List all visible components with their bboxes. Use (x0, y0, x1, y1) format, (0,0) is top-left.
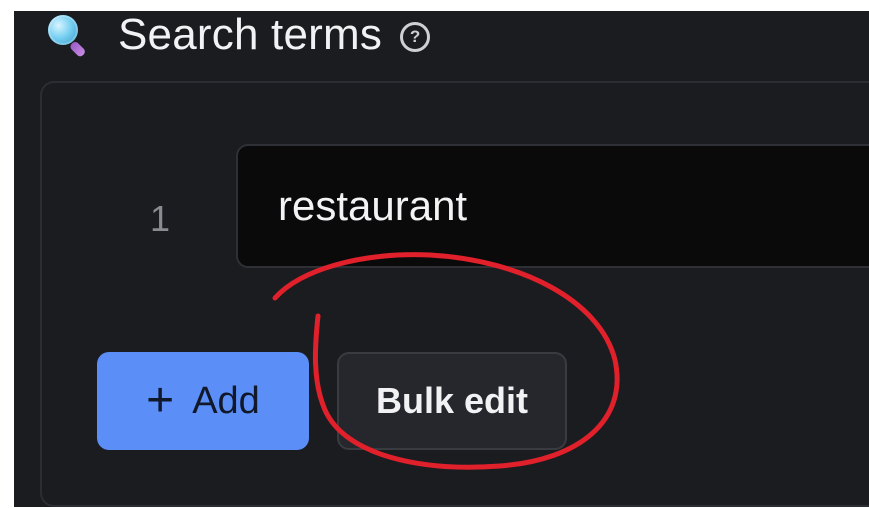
handle-shape (68, 40, 87, 58)
section-title: Search terms (118, 11, 383, 59)
plus-icon: + (146, 374, 175, 427)
lens-shape (48, 15, 78, 45)
search-terms-frame: Search terms ? 1 + Add Bulk edit (14, 11, 869, 507)
add-button-label: Add (192, 379, 260, 422)
term-row-number: 1 (150, 198, 171, 239)
section-header: Search terms ? (46, 11, 431, 59)
help-icon[interactable]: ? (400, 22, 431, 52)
search-term-input[interactable] (236, 144, 869, 268)
magnifying-glass-icon (46, 13, 90, 58)
bulk-edit-button[interactable]: Bulk edit (337, 352, 567, 450)
add-button[interactable]: + Add (97, 352, 309, 450)
